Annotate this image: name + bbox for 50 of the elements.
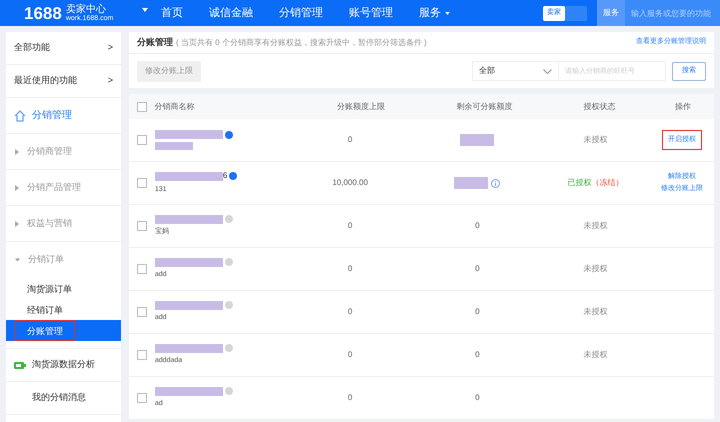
sidebar-item[interactable]: 分账管理	[15, 320, 75, 341]
brand-name: 卖家中心	[66, 4, 106, 14]
table-cell: 0	[348, 307, 352, 316]
sidebar-item[interactable]: 淘货源订单	[15, 278, 84, 299]
table-cell: 0	[475, 349, 480, 361]
table-cell: 0	[348, 135, 352, 144]
status-text: 未授权	[584, 220, 608, 232]
chevron-icon: >	[108, 74, 113, 88]
nav-link[interactable]: 分销管理	[279, 4, 323, 22]
table-cell: 0	[475, 263, 480, 275]
sidebar-link[interactable]: 淘货源数据分析	[32, 358, 95, 372]
table-cell: 10,000.00	[332, 178, 368, 187]
status-text: 已授权（冻结）	[568, 177, 624, 189]
nav-link[interactable]: 首页	[161, 4, 183, 22]
sidebar-group[interactable]: 权益与营销	[27, 216, 72, 230]
name-text: 6	[222, 170, 228, 182]
status-text: 未授权	[584, 306, 608, 318]
table-cell: 0	[348, 264, 352, 273]
sidebar-group[interactable]: 分销产品管理	[27, 180, 81, 194]
table-cell: 0	[475, 220, 480, 232]
column-header: 操作	[674, 100, 692, 112]
nav-link[interactable]: 账号管理	[349, 4, 393, 22]
sidebar-group[interactable]: 分销订单	[28, 253, 64, 267]
sidebar-group[interactable]: 分销商管理	[27, 144, 72, 158]
status-text: 未授权	[584, 134, 608, 146]
sidebar-link[interactable]: 最近使用的功能 >	[6, 65, 121, 98]
chevron-icon: >	[108, 41, 113, 55]
search-input[interactable]: 输入服务或您要的功能	[625, 0, 720, 26]
scope-dropdown[interactable]: 服务	[597, 0, 625, 26]
column-header: 分销商名称	[154, 100, 196, 112]
column-header: 剩余可分账额度	[456, 100, 514, 112]
sidebar-item[interactable]: 经销订单	[15, 299, 75, 320]
column-header: 分账额度上限	[336, 100, 386, 112]
column-header: 授权状态	[582, 100, 616, 112]
nav-link[interactable]: 诚信金融	[209, 4, 253, 22]
page-note: ( 当页共有 0 个分销商享有分账权益，搜索升级中，暂停部分筛选条件 )	[176, 36, 427, 48]
page-title: 分账管理	[137, 36, 173, 49]
sidebar-section[interactable]: 分销管理	[32, 108, 72, 123]
nav-link[interactable]: 服务	[419, 4, 450, 22]
logo[interactable]: 1688	[24, 4, 62, 22]
table-cell: 0	[475, 392, 480, 404]
table-cell: 0	[348, 393, 352, 402]
table-cell: 0	[348, 350, 352, 359]
table-cell: 0	[475, 306, 480, 318]
status-text: 未授权	[584, 263, 608, 275]
filter-dropdown[interactable]: 全部	[472, 61, 559, 81]
status-text: 未授权	[584, 349, 608, 361]
sidebar-link[interactable]: 全部功能 >	[6, 32, 121, 65]
sidebar-link[interactable]: 我的分销消息	[32, 391, 86, 405]
table-cell: 0	[348, 221, 352, 230]
